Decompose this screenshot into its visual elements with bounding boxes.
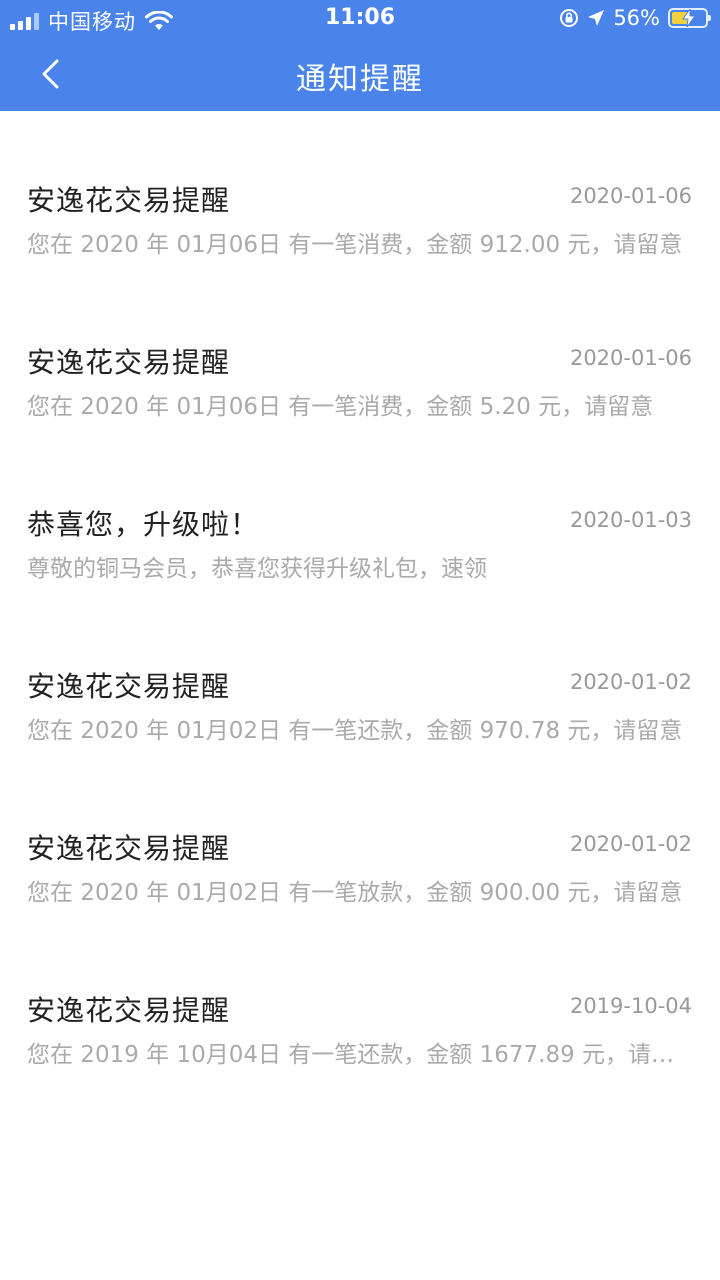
carrier-name: 中国移动 <box>48 10 136 34</box>
status-right: 56% <box>559 6 711 30</box>
notification-date: 2020-01-03 <box>569 508 692 532</box>
charging-bolt-icon <box>682 9 696 27</box>
notification-item[interactable]: 安逸花交易提醒 2019-10-04 您在 2019 年 10月04日 有一笔还… <box>0 921 720 1083</box>
notification-item[interactable]: 安逸花交易提醒 2020-01-06 您在 2020 年 01月06日 有一笔消… <box>0 111 720 273</box>
orientation-lock-icon <box>560 9 579 27</box>
page-title: 通知提醒 <box>296 62 424 97</box>
battery-icon <box>668 8 711 28</box>
notification-item[interactable]: 安逸花交易提醒 2020-01-02 您在 2020 年 01月02日 有一笔还… <box>0 597 720 759</box>
notification-desc: 您在 2020 年 01月06日 有一笔消费，金额 912.00 元，请留意 <box>27 232 683 258</box>
notification-desc: 您在 2020 年 01月02日 有一笔放款，金额 900.00 元，请留意 <box>27 880 683 906</box>
location-arrow-icon <box>588 10 605 26</box>
notification-item[interactable]: 恭喜您，升级啦！ 2020-01-03 尊敬的铜马会员，恭喜您获得升级礼包，速领 <box>0 435 720 597</box>
app-header: 中国移动 11:06 56% 通知提醒 <box>0 0 720 111</box>
nav-bar: 通知提醒 <box>0 38 720 111</box>
wifi-icon <box>145 11 173 30</box>
notification-item[interactable]: 安逸花交易提醒 2020-01-02 您在 2020 年 01月02日 有一笔放… <box>0 759 720 921</box>
back-button[interactable] <box>28 52 72 96</box>
notification-title: 安逸花交易提醒 <box>27 832 231 865</box>
notification-title: 安逸花交易提醒 <box>27 670 231 703</box>
notification-date: 2020-01-06 <box>569 346 692 370</box>
notification-title: 安逸花交易提醒 <box>27 346 231 379</box>
notification-date: 2020-01-02 <box>569 670 692 694</box>
notification-desc: 尊敬的铜马会员，恭喜您获得升级礼包，速领 <box>27 556 487 582</box>
chevron-left-icon <box>42 59 59 89</box>
notification-title: 恭喜您，升级啦！ <box>27 508 260 541</box>
notification-item[interactable]: 安逸花交易提醒 2020-01-06 您在 2020 年 01月06日 有一笔消… <box>0 273 720 435</box>
notification-date: 2019-10-04 <box>569 994 692 1018</box>
notification-date: 2020-01-06 <box>569 184 692 208</box>
status-bar: 中国移动 11:06 56% <box>0 0 720 38</box>
notification-desc: 您在 2020 年 01月02日 有一笔还款，金额 970.78 元，请留意 <box>27 718 683 744</box>
notification-title: 安逸花交易提醒 <box>27 184 231 217</box>
notification-desc: 您在 2020 年 01月06日 有一笔消费，金额 5.20 元，请留意 <box>27 394 654 420</box>
notification-title: 安逸花交易提醒 <box>27 994 231 1027</box>
notification-desc: 您在 2019 年 10月04日 有一笔还款，金额 1677.89 元，请留意 <box>27 1042 692 1068</box>
battery-percent: 56% <box>613 6 660 30</box>
status-left: 中国移动 <box>10 6 173 36</box>
notification-date: 2020-01-02 <box>569 832 692 856</box>
signal-icon <box>10 12 39 30</box>
